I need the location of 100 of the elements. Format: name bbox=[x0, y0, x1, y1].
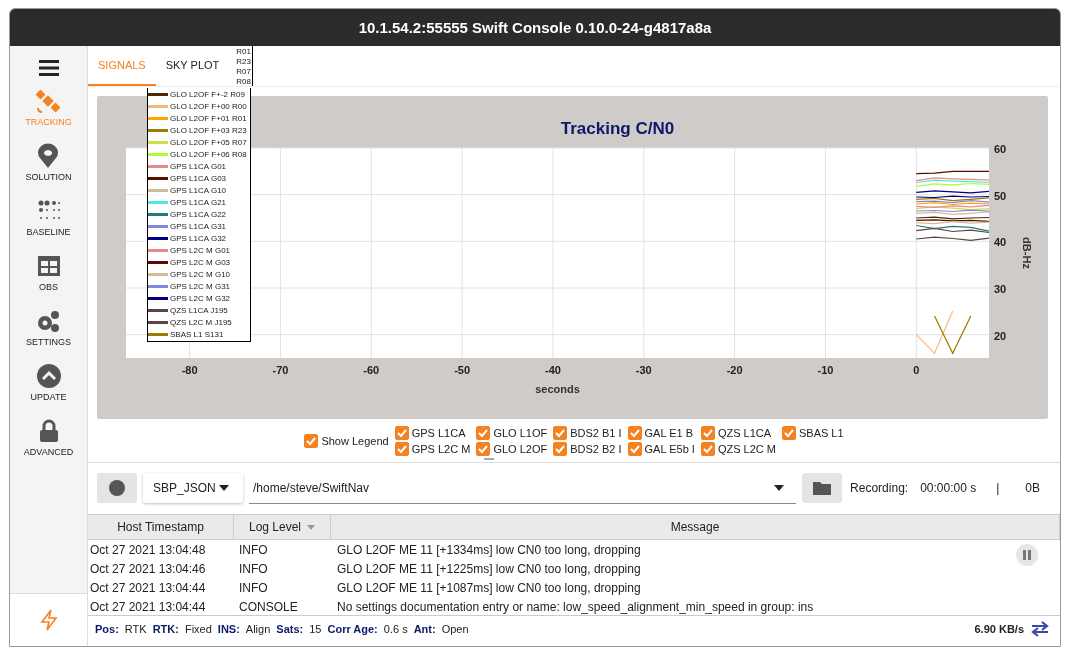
signal-checkbox[interactable]: GLO L1OF bbox=[476, 426, 548, 440]
status-label: Pos: bbox=[95, 623, 119, 635]
resize-handle[interactable] bbox=[484, 458, 494, 460]
legend-label: GLO L2OF F+-2 R09 bbox=[170, 89, 245, 99]
column-header[interactable]: Message bbox=[331, 515, 1060, 539]
status-label: Ant: bbox=[413, 623, 436, 635]
caret-icon bbox=[774, 484, 785, 491]
table-cell-text: GLO L2OF ME 11 [+1087ms] low CN0 too long, dropping bbox=[336, 580, 641, 595]
table-cell-text: Oct 27 2021 13:04:44 bbox=[89, 580, 207, 595]
signal-checkbox[interactable]: GAL E5b I bbox=[627, 442, 695, 456]
column-header[interactable]: Host Timestamp bbox=[88, 515, 234, 539]
folder-button[interactable] bbox=[802, 473, 843, 503]
separator-text: | bbox=[996, 481, 1000, 495]
status-value: Fixed bbox=[184, 623, 212, 635]
checkbox[interactable] bbox=[700, 426, 715, 440]
checkbox[interactable] bbox=[553, 442, 568, 456]
legend-label: GPS L1CA G03 bbox=[170, 173, 227, 183]
chart-title: Tracking C/N0 bbox=[560, 119, 675, 138]
signal-checkbox[interactable]: GPS L2C M bbox=[394, 442, 471, 456]
signal-checkbox[interactable]: QZS L2C M bbox=[700, 442, 776, 456]
legend-label: R07 bbox=[236, 66, 251, 76]
window-title: 10.1.54.2:55555 Swift Console 0.10.0-24-g4817a8a bbox=[358, 19, 712, 36]
checkbox[interactable] bbox=[700, 442, 715, 456]
legend-label: R23 bbox=[236, 56, 251, 66]
menu-icon[interactable] bbox=[38, 60, 59, 76]
signal-checkbox[interactable]: BDS2 B1 I bbox=[553, 426, 622, 440]
legend-label: GPS L1CA G22 bbox=[170, 209, 227, 219]
lightning-icon[interactable] bbox=[39, 609, 58, 631]
axis-tick-label: -60 bbox=[363, 364, 380, 376]
table-cell-text: Oct 27 2021 13:04:46 bbox=[89, 561, 207, 576]
record-icon bbox=[109, 480, 125, 496]
status-label: RTK: bbox=[152, 623, 179, 635]
table-cell-text: Oct 27 2021 13:04:48 bbox=[89, 542, 207, 557]
legend-label: R08 bbox=[236, 76, 251, 86]
status-value: Open bbox=[441, 623, 469, 635]
status-label: Sats: bbox=[276, 623, 304, 635]
legend-label: GPS L2C M G01 bbox=[170, 245, 231, 255]
sidebar-item[interactable]: SOLUTION bbox=[25, 143, 72, 198]
sidebar-item[interactable]: OBS bbox=[35, 253, 62, 308]
sidebar-item[interactable]: BASELINE bbox=[26, 198, 71, 253]
show-legend-checkbox[interactable]: Show Legend bbox=[304, 434, 389, 448]
table-cell-text: Oct 27 2021 13:04:44 bbox=[89, 599, 207, 614]
format-dropdown[interactable]: SBP_JSON bbox=[143, 473, 243, 503]
legend-label: GLO L2OF F+00 R00 bbox=[170, 101, 247, 111]
sidebar-item[interactable]: SETTINGS bbox=[26, 308, 71, 363]
signal-checkbox[interactable]: GPS L1CA bbox=[394, 426, 471, 440]
chevron-up-icon bbox=[35, 363, 62, 389]
table-cell-text: INFO bbox=[238, 561, 269, 576]
checkbox[interactable] bbox=[394, 426, 409, 440]
legend-label: SBAS L1 S131 bbox=[170, 329, 224, 339]
status-value: 0.6 s bbox=[383, 623, 408, 635]
pause-button[interactable] bbox=[1016, 544, 1038, 566]
signal-checkbox[interactable]: BDS2 B2 I bbox=[553, 442, 622, 456]
axis-tick-label: -50 bbox=[454, 364, 471, 376]
signal-checkbox[interactable]: QZS L1CA bbox=[700, 426, 776, 440]
legend-label: GPS L1CA G10 bbox=[170, 185, 227, 195]
axis-tick-label: -10 bbox=[817, 364, 834, 376]
signal-checkbox[interactable]: SBAS L1 bbox=[781, 426, 844, 440]
axis-tick-label: -20 bbox=[726, 364, 743, 376]
status-value: 15 bbox=[309, 623, 322, 635]
table-cell-text: GLO L2OF ME 11 [+1334ms] low CN0 too long, dropping bbox=[336, 542, 641, 557]
legend-label: GPS L2C M G32 bbox=[170, 293, 231, 303]
axis-label: dB-Hz bbox=[1021, 237, 1033, 269]
legend-label: GLO L2OF F+05 R07 bbox=[170, 137, 247, 147]
sidebar-item[interactable]: ADVANCED bbox=[23, 418, 74, 473]
checkbox[interactable] bbox=[476, 442, 491, 456]
table-icon bbox=[35, 253, 62, 279]
recording-label: Recording: bbox=[850, 481, 909, 495]
axis-tick-label: -80 bbox=[181, 364, 198, 376]
status-label: Corr Age: bbox=[327, 623, 378, 635]
legend-label: GLO L2OF F+06 R08 bbox=[170, 149, 247, 159]
sidebar-item[interactable]: UPDATE bbox=[30, 363, 67, 418]
table-cell-text: No settings documentation entry or name: low_speed_alignment_min_speed in group: ins bbox=[336, 599, 814, 614]
status-value: Align bbox=[245, 623, 271, 635]
recording-size: 0B bbox=[1025, 481, 1040, 495]
checkbox[interactable] bbox=[781, 426, 796, 440]
axis-tick-label: 30 bbox=[994, 283, 1007, 295]
column-header[interactable]: Log Level bbox=[234, 515, 331, 539]
table-cell-text: CONSOLE bbox=[238, 599, 299, 614]
recording-time: 00:00:00 s bbox=[920, 481, 977, 495]
legend-label: GPS L1CA G31 bbox=[170, 221, 227, 231]
legend-label: GLO L2OF F+03 R23 bbox=[170, 125, 247, 135]
signal-checkbox[interactable]: GLO L2OF bbox=[476, 442, 548, 456]
tab[interactable]: SKY PLOT bbox=[155, 46, 230, 86]
checkbox[interactable] bbox=[627, 426, 642, 440]
checkbox[interactable] bbox=[304, 434, 319, 448]
axis-tick-label: -70 bbox=[272, 364, 289, 376]
checkbox[interactable] bbox=[476, 426, 491, 440]
axis-tick-label: -40 bbox=[545, 364, 561, 376]
record-button[interactable] bbox=[97, 473, 137, 503]
checkbox[interactable] bbox=[553, 426, 568, 440]
axis-tick-label: 40 bbox=[994, 236, 1007, 249]
signal-checkbox[interactable]: GAL E1 B bbox=[627, 426, 695, 440]
path-field[interactable]: /home/steve/SwiftNav bbox=[249, 472, 797, 504]
gears-icon bbox=[35, 308, 62, 334]
checkbox[interactable] bbox=[394, 442, 409, 456]
axis-tick-label: 60 bbox=[994, 143, 1007, 155]
legend-label: GLO L2OF F+01 R01 bbox=[170, 113, 247, 123]
checkbox[interactable] bbox=[627, 442, 642, 456]
legend-label: GPS L1CA G21 bbox=[170, 197, 227, 207]
